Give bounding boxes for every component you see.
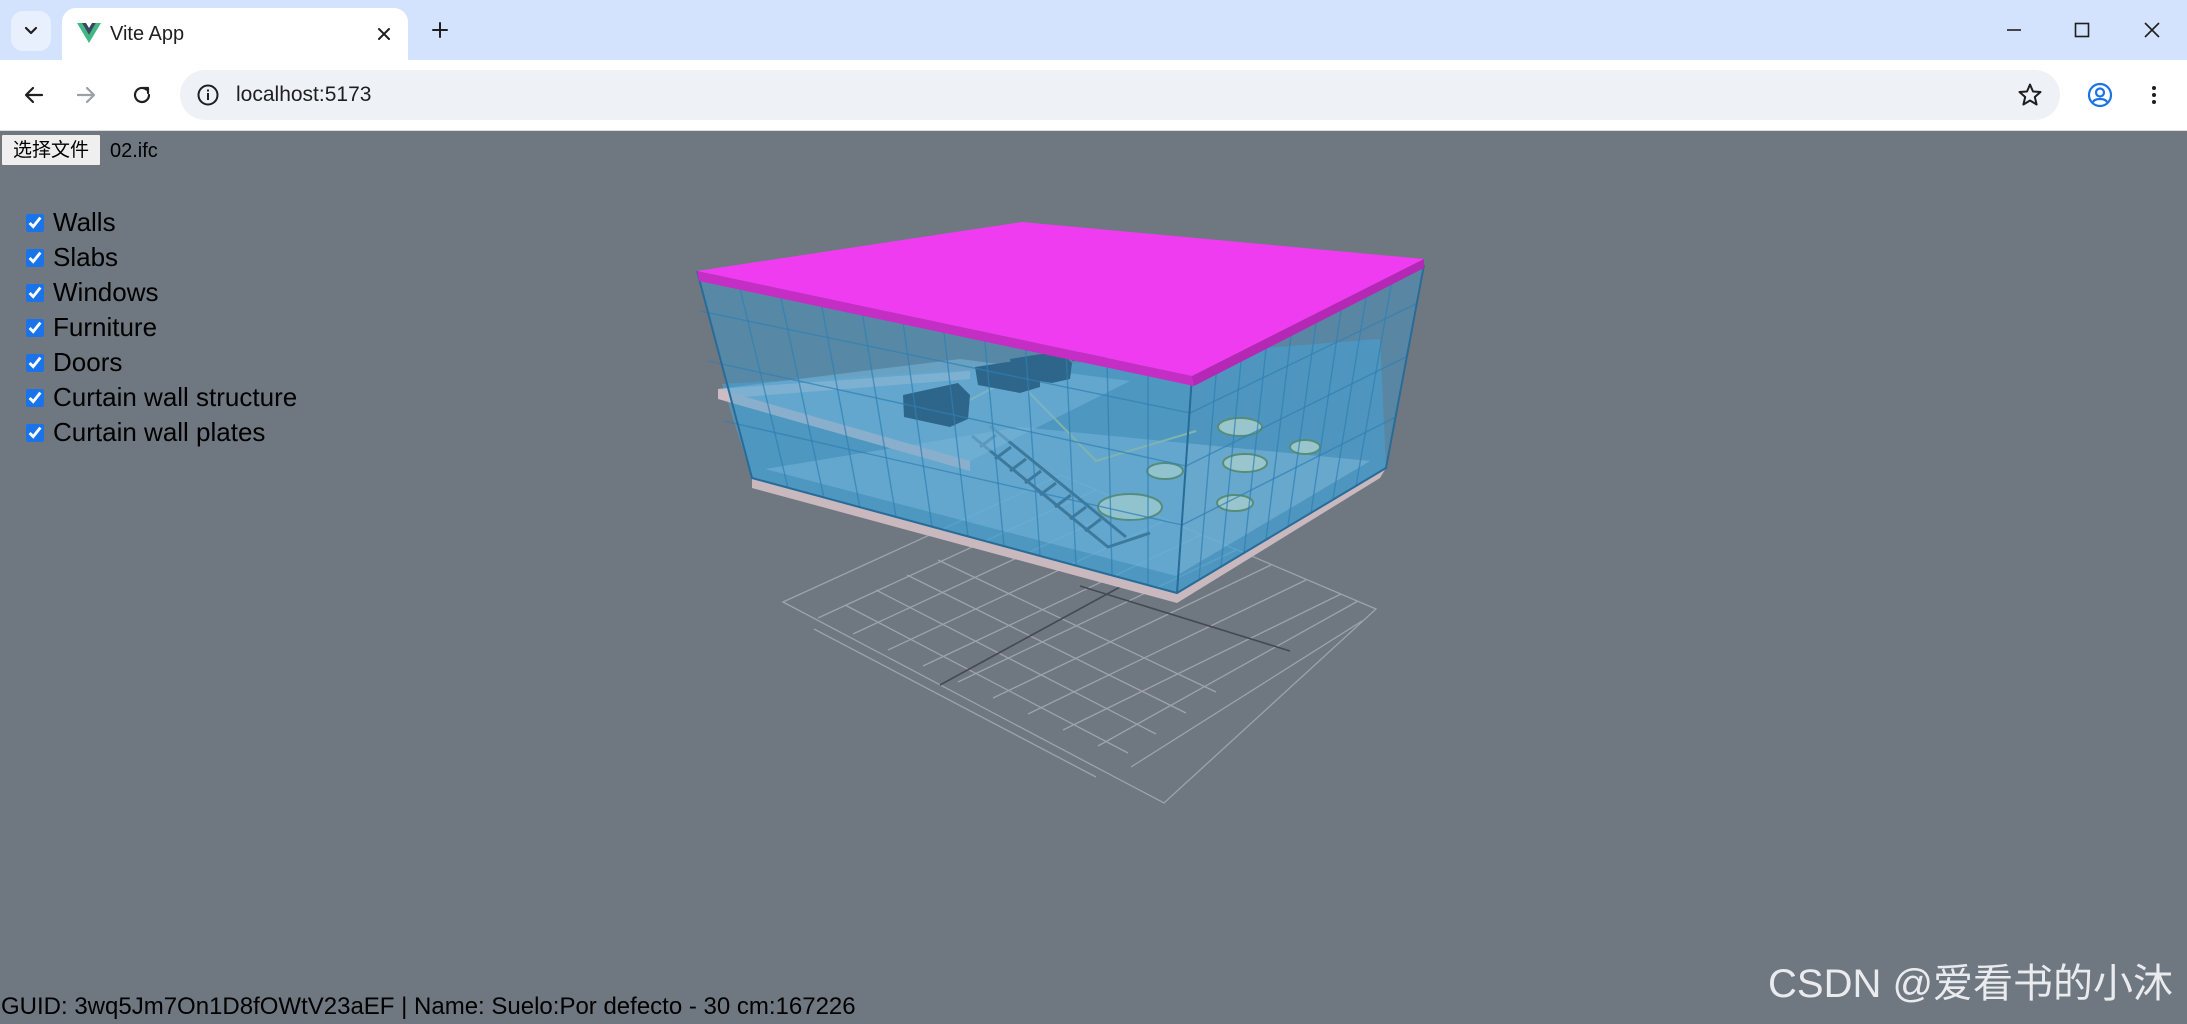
address-bar[interactable]: localhost:5173	[180, 70, 2060, 120]
layer-slabs-checkbox[interactable]	[26, 248, 44, 267]
arrow-left-icon	[24, 86, 44, 104]
page-content: 选择文件 02.ifc Walls Slabs Windows Furnitur…	[0, 131, 2187, 1024]
layer-walls-checkbox[interactable]	[26, 213, 44, 232]
close-icon	[2144, 22, 2160, 38]
browser-toolbar: localhost:5173	[0, 60, 2187, 131]
layer-slabs[interactable]: Slabs	[26, 240, 297, 275]
ifc-3d-viewport[interactable]	[0, 131, 2187, 1024]
back-button[interactable]	[14, 75, 54, 115]
star-icon[interactable]	[2016, 81, 2044, 109]
layer-curtain-wall-structure[interactable]: Curtain wall structure	[26, 380, 297, 415]
layer-curtain-wall-plates-checkbox[interactable]	[26, 423, 44, 442]
layer-doors-checkbox[interactable]	[26, 353, 44, 372]
tab-active[interactable]: Vite App	[62, 8, 408, 60]
selection-info: GUID: 3wq5Jm7On1D8fOWtV23aEF | Name: Sue…	[1, 993, 856, 1020]
watermark: CSDN @爱看书的小沐	[1768, 962, 2174, 1006]
layer-label: Curtain wall plates	[53, 417, 266, 447]
layer-curtain-wall-structure-checkbox[interactable]	[26, 388, 44, 407]
layer-furniture[interactable]: Furniture	[26, 310, 297, 345]
url-text[interactable]: localhost:5173	[236, 80, 371, 110]
more-vert-icon	[2152, 86, 2156, 104]
plus-icon	[432, 22, 448, 38]
layer-furniture-checkbox[interactable]	[26, 318, 44, 337]
window-close-button[interactable]	[2124, 8, 2180, 52]
layer-label: Slabs	[53, 242, 119, 272]
reload-icon	[133, 86, 151, 104]
layer-label: Furniture	[53, 312, 158, 342]
layer-toggle-list: Walls Slabs Windows Furniture Doors Curt…	[26, 205, 297, 450]
profile-button[interactable]	[2080, 75, 2120, 115]
layer-label: Doors	[53, 347, 123, 377]
vue-logo-icon	[77, 23, 101, 43]
tab-title: Vite App	[110, 23, 185, 45]
layer-doors[interactable]: Doors	[26, 345, 297, 380]
maximize-button[interactable]	[2054, 8, 2110, 52]
account-icon	[2087, 82, 2113, 108]
tab-strip: Vite App	[0, 0, 2187, 60]
layer-windows-checkbox[interactable]	[26, 283, 44, 302]
tab-close-button[interactable]	[370, 20, 398, 48]
browser-menu-button[interactable]	[2134, 75, 2174, 115]
reload-button[interactable]	[122, 75, 162, 115]
choose-file-button[interactable]: 选择文件	[1, 134, 102, 166]
layer-curtain-wall-plates[interactable]: Curtain wall plates	[26, 415, 297, 450]
layer-label: Windows	[53, 277, 159, 307]
layer-label: Curtain wall structure	[53, 382, 298, 412]
grid-axis-x	[939, 586, 1121, 686]
layer-label: Walls	[53, 207, 116, 237]
browser-window: Vite App localhost:5173 选择文件 02.ifc Wall…	[0, 0, 2187, 1024]
chevron-down-icon	[24, 26, 38, 35]
close-icon	[378, 28, 390, 40]
minimize-icon	[2007, 29, 2021, 31]
tab-search-button[interactable]	[11, 11, 51, 51]
maximize-icon	[2074, 22, 2090, 38]
info-icon[interactable]	[194, 81, 222, 109]
layer-windows[interactable]: Windows	[26, 275, 297, 310]
arrow-right-icon	[76, 86, 96, 104]
forward-button[interactable]	[66, 75, 106, 115]
layer-walls[interactable]: Walls	[26, 205, 297, 240]
selected-file-name: 02.ifc	[110, 140, 158, 162]
minimize-button[interactable]	[1986, 8, 2042, 52]
new-tab-button[interactable]	[424, 14, 456, 46]
